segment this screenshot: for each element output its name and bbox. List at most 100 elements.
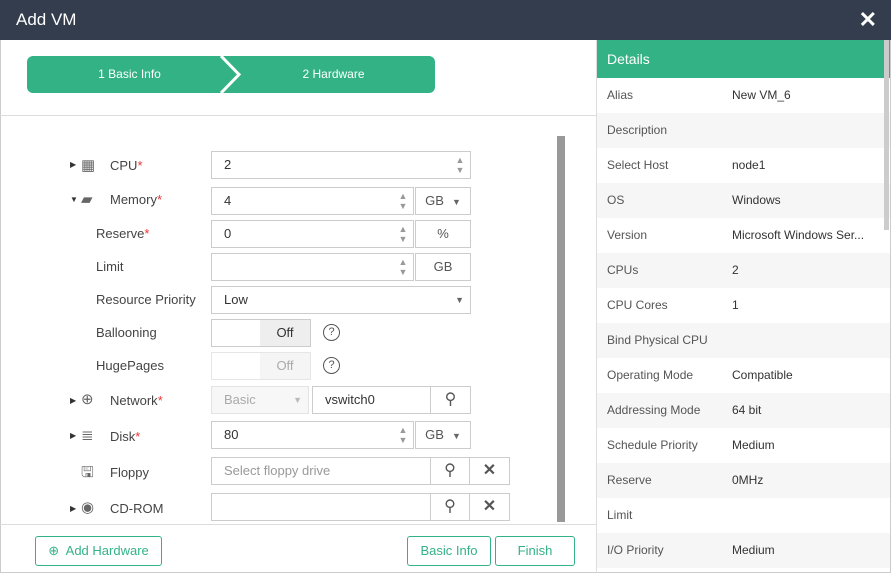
details-key: OS <box>607 193 625 207</box>
details-key: Bind Physical CPU <box>607 333 708 347</box>
network-input[interactable]: vswitch0 <box>312 386 432 414</box>
details-value: Compatible <box>732 368 793 382</box>
expand-caret-icon[interactable]: ▶ <box>70 504 76 513</box>
cdrom-label: CD-ROM <box>110 501 164 516</box>
search-icon[interactable]: ⚲ <box>430 457 470 485</box>
dialog-titlebar: Add VM ✕ <box>0 0 891 40</box>
details-value: Windows <box>732 193 781 207</box>
basic-info-button[interactable]: Basic Info <box>407 536 491 566</box>
disk-unit-select[interactable]: GB ▼ <box>415 421 471 449</box>
expand-caret-icon[interactable]: ▶ <box>70 431 76 440</box>
spinner-icon[interactable]: ▲ ▼ <box>397 224 409 244</box>
search-icon[interactable]: ⚲ <box>430 386 471 414</box>
help-icon[interactable]: ? <box>323 357 340 374</box>
details-key: Limit <box>607 508 633 522</box>
collapse-caret-icon[interactable]: ▼ <box>70 195 78 204</box>
clear-icon[interactable]: ✕ <box>469 457 510 485</box>
step-basic-info[interactable]: 1 Basic Info <box>27 56 232 93</box>
details-row: CPU Cores 1 <box>597 288 890 323</box>
hugepages-toggle: Off <box>211 352 311 380</box>
clear-icon[interactable]: ✕ <box>469 493 510 521</box>
details-key: CPUs <box>607 263 639 277</box>
cpu-label: CPU* <box>110 158 143 173</box>
network-type-select: Basic ▼ <box>211 386 309 414</box>
reserve-label: Reserve* <box>96 226 150 241</box>
spinner-icon[interactable]: ▲ ▼ <box>397 257 409 277</box>
network-label: Network* <box>110 393 163 408</box>
details-value: Medium <box>732 438 775 452</box>
limit-label: Limit <box>96 259 124 274</box>
details-key: Alias <box>607 88 634 102</box>
details-row: Reserve 0MHz <box>597 463 890 498</box>
globe-icon: ⊕ <box>81 391 94 408</box>
details-value: 2 <box>732 263 739 277</box>
details-key: Version <box>607 228 648 242</box>
details-value: Microsoft Windows Ser... <box>732 228 865 242</box>
details-scrollbar[interactable] <box>884 40 889 230</box>
expand-caret-icon[interactable]: ▶ <box>70 396 76 405</box>
add-hardware-button[interactable]: ⊕ Add Hardware <box>35 536 162 566</box>
details-row: Schedule Priority Medium <box>597 428 890 463</box>
floppy-input[interactable]: Select floppy drive <box>211 457 431 485</box>
disk-input[interactable]: 80 ▲ ▼ <box>211 421 414 449</box>
details-row: Bind Physical CPU <box>597 323 890 358</box>
help-icon[interactable]: ? <box>323 324 340 341</box>
details-row: Description <box>597 113 890 148</box>
expand-caret-icon[interactable]: ▶ <box>70 160 76 169</box>
divider <box>0 115 596 116</box>
details-row: OS Windows <box>597 183 890 218</box>
stepper: 1 Basic Info 2 Hardware <box>27 56 435 93</box>
memory-input[interactable]: 4 ▲ ▼ <box>211 187 414 215</box>
cpu-icon: ▦ <box>81 157 96 174</box>
details-key: Operating Mode <box>607 368 694 382</box>
plus-circle-icon: ⊕ <box>48 543 60 558</box>
spinner-icon[interactable]: ▲ ▼ <box>454 155 466 175</box>
limit-input[interactable]: ▲ ▼ <box>211 253 414 281</box>
chevron-down-icon: ▼ <box>455 295 464 305</box>
details-row: Limit <box>597 498 890 533</box>
details-row: Addressing Mode 64 bit <box>597 393 890 428</box>
step-hardware[interactable]: 2 Hardware <box>232 56 435 93</box>
details-key: Select Host <box>607 158 669 172</box>
details-key: Addressing Mode <box>607 403 701 417</box>
floppy-label: Floppy <box>110 465 150 480</box>
details-key: Reserve <box>607 473 652 487</box>
hugepages-label: HugePages <box>96 358 164 373</box>
disk-label: Disk* <box>110 429 141 444</box>
cpu-input[interactable]: 2 ▲ ▼ <box>211 151 471 179</box>
reserve-input[interactable]: 0 ▲ ▼ <box>211 220 414 248</box>
close-icon[interactable]: ✕ <box>859 7 877 33</box>
details-row: CPUs 2 <box>597 253 890 288</box>
details-key: Description <box>607 123 668 137</box>
form-scrollbar[interactable] <box>557 136 565 522</box>
details-key: CPU Cores <box>607 298 668 312</box>
details-title: Details <box>597 40 890 78</box>
memory-unit-select[interactable]: GB ▼ <box>415 187 471 215</box>
limit-unit: GB <box>415 253 471 281</box>
dialog-title: Add VM <box>16 10 77 29</box>
step-chevron <box>219 56 242 93</box>
cdrom-input[interactable] <box>211 493 431 521</box>
details-value: 0MHz <box>732 473 764 487</box>
details-key: I/O Priority <box>607 543 664 557</box>
memory-icon: ▰ <box>81 191 93 208</box>
ballooning-toggle[interactable]: Off <box>211 319 311 347</box>
floppy-icon: 🖫 <box>81 464 94 481</box>
details-row: Select Host node1 <box>597 148 890 183</box>
priority-label: Resource Priority <box>96 292 196 307</box>
search-icon[interactable]: ⚲ <box>430 493 470 521</box>
priority-select[interactable]: Low ▼ <box>211 286 471 314</box>
reserve-unit: % <box>415 220 471 248</box>
disk-icon: ≣ <box>81 427 94 444</box>
details-value: node1 <box>732 158 766 172</box>
finish-button[interactable]: Finish <box>495 536 575 566</box>
details-row: I/O Priority Medium <box>597 533 890 568</box>
spinner-icon[interactable]: ▲ ▼ <box>397 425 409 445</box>
spinner-icon[interactable]: ▲ ▼ <box>397 191 409 211</box>
details-value: 64 bit <box>732 403 762 417</box>
details-value: 1 <box>732 298 739 312</box>
ballooning-label: Ballooning <box>96 325 157 340</box>
memory-label: Memory* <box>110 192 163 207</box>
divider <box>0 524 596 525</box>
cdrom-icon: ◉ <box>81 499 95 516</box>
